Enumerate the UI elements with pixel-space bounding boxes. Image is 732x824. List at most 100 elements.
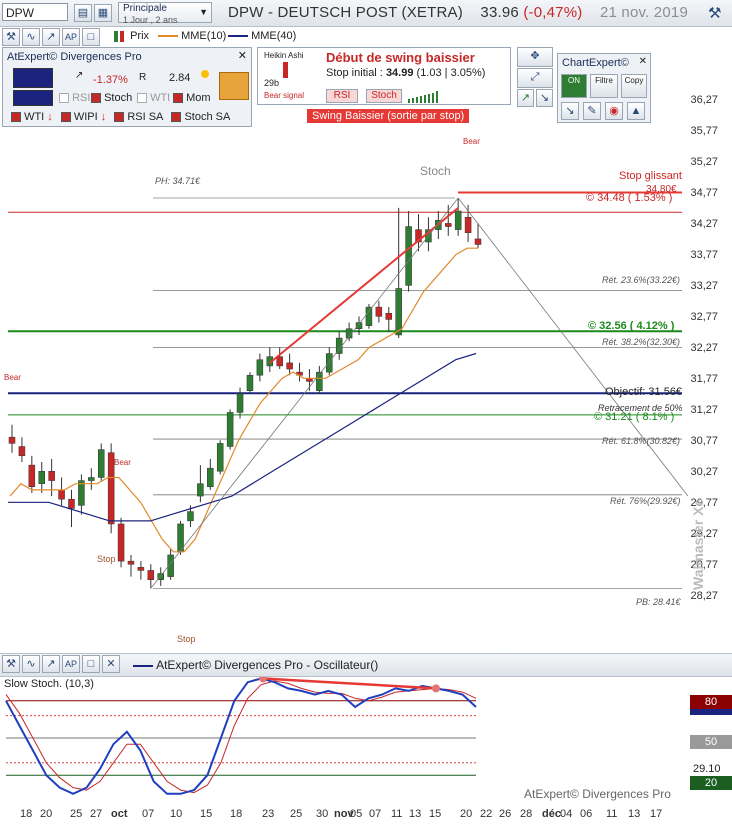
filtre-button[interactable]: Filtre [590,74,618,98]
candle-body [8,436,16,444]
badge-50: 50 [690,735,732,749]
chart-thumb-1[interactable] [13,68,53,88]
zoom-icon[interactable]: ⤢ [517,68,553,88]
x-tick-label: 26 [499,808,512,820]
candle-body [405,226,412,286]
candle-body [246,374,254,391]
ret618-label: Rét. 61.8%(30.82€) [602,436,681,446]
pencil-icon[interactable]: ✎ [583,102,601,120]
slow-stoch-label: Slow Stoch. (10,3) [4,678,94,690]
wti-check[interactable]: WTI [137,92,170,104]
candle-body [464,216,472,233]
x-tick-label: 13 [628,808,641,820]
divergences-title: AtExpert© Divergences Pro [7,51,142,63]
row3-stochsa-label: Stoch SA [184,111,231,123]
swing-title: Début de swing baissier [326,50,475,65]
zigzag-icon[interactable]: ∿ [22,655,40,673]
candle-body [375,306,383,317]
filtre-label: Filtre [595,76,613,85]
stoch-label: Stoch [104,92,133,104]
divergence-pct: -1.37% [93,74,128,86]
stop-line: Stop initial : 34.99 (1.03 | 3.05%) [326,67,485,79]
close-icon[interactable]: ✕ [102,655,120,673]
candle-body [38,471,45,484]
x-tick-label: 05 [350,808,363,820]
chart-down-icon[interactable]: ↘ [536,89,553,107]
mini-candle-icon [283,62,288,78]
watermark: Walmaster Xe [690,498,706,590]
x-tick-label: 10 [170,808,183,820]
days-label: 29b [264,78,280,88]
copy-label: Copy [624,76,644,85]
wrench-icon[interactable]: ⚒ [2,655,20,673]
candle-body [137,567,145,571]
x-tick-label: 15 [429,808,442,820]
rsi-label: RSI [72,92,91,104]
row3-stochsa[interactable]: Stoch SA [171,111,230,123]
candle-body [97,449,105,478]
candle-body [454,210,462,230]
bear-label-top: Bear [463,137,480,146]
candle-body [58,489,65,500]
divergence-marker [432,684,440,693]
wti-label: WTI [150,92,171,104]
y-tick-label: 30,27 [690,466,718,479]
x-tick-label: 20 [460,808,473,820]
candle-body [216,443,224,472]
close-icon[interactable]: ✕ [238,49,247,62]
support1-label: © 32.56 ( 4.12% ) [588,320,675,332]
chart-thumb-2[interactable] [13,90,53,106]
color-icon[interactable]: ◉ [605,102,623,120]
bulb-icon [201,70,209,78]
swing-banner: Swing Baissier (sortie par stop) [307,109,470,123]
row3-wipi[interactable]: WIPI ↓ [60,111,107,123]
x-tick-label: 28 [520,808,533,820]
x-tick-label: 30 [316,808,329,820]
x-tick-label: 07 [369,808,382,820]
swing-panel: Heikin Ashi 29b Bear signal Début de swi… [257,47,511,105]
rsi-button[interactable]: RSI [326,89,358,103]
mom-label: Mom [186,92,211,104]
rsi-check[interactable]: RSI [59,92,90,104]
square-icon[interactable]: □ [82,655,100,673]
bear-signal-label: Bear signal [264,91,305,100]
y-tick-label: 30,77 [690,435,718,448]
bear-label-left: Bear [4,373,21,382]
palette-icon[interactable]: ▲ [627,102,645,120]
y-tick-label: 34,77 [690,187,718,200]
ap-icon[interactable]: AP [62,655,80,673]
stoch-check[interactable]: Stoch [91,92,132,104]
move-icon[interactable]: ✥ [517,47,553,67]
stoch-button[interactable]: Stoch [366,89,402,103]
resistance-label: © 34.48 ( 1.53% ) [586,192,673,204]
badge-20: 20 [690,776,732,790]
y-tick-label: 32,77 [690,311,718,324]
close-icon[interactable]: ✕ [639,56,647,67]
ph-label: PH: 34.71€ [155,176,201,186]
trend-icon[interactable]: ↗ [42,655,60,673]
stop-value: 34.99 [385,67,414,79]
candle-body [365,306,373,326]
y-tick-label: 35,77 [690,125,718,138]
copy-button[interactable]: Copy [621,74,647,98]
chart-up-icon[interactable]: ↗ [517,89,534,107]
level-2910: 29.10 [693,763,721,775]
on-button[interactable]: ON [561,74,587,98]
x-tick-label: 06 [580,808,593,820]
row3-rsisa-label: RSI SA [127,111,164,123]
row3-wti[interactable]: WTI ↓ [11,111,53,123]
ret76-label: Rét. 76%(29.92€) [610,496,681,506]
y-tick-label: 33,77 [690,249,718,262]
mom-check[interactable]: Mom [173,92,211,104]
down-arrow-icon: ↓ [100,111,107,123]
candle-body [276,356,283,367]
support2-label: © 31.21 ( 8.1% ) [594,411,675,423]
x-tick-label: oct [111,808,128,820]
bell-icon[interactable] [219,72,249,100]
tool1-icon[interactable]: ↘ [561,102,579,120]
candle-body [445,223,452,227]
candle-body [68,498,75,509]
row3-rsisa[interactable]: RSI SA [114,111,163,123]
y-tick-label: 31,77 [690,373,718,386]
candle-body [88,477,95,481]
